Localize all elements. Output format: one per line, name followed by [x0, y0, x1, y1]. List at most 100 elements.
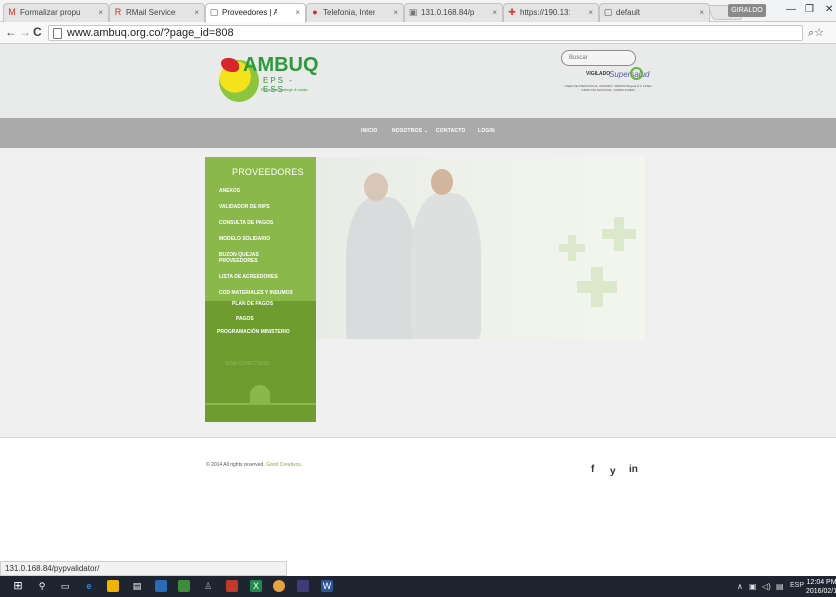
- submenu-item-plan-pagos[interactable]: PLAN DE PAGOS: [232, 301, 273, 307]
- profile-button[interactable]: GIRALDO: [728, 4, 766, 17]
- task-view-icon[interactable]: ▭: [59, 580, 71, 592]
- edge-icon[interactable]: e: [83, 580, 95, 592]
- tab-close-icon[interactable]: ×: [194, 4, 199, 21]
- banner-person-left: [346, 197, 416, 339]
- tab-label: https://190.131.223.2: [520, 8, 570, 17]
- network-icon[interactable]: ▣: [749, 582, 757, 591]
- windows-start-icon[interactable]: ⊞: [12, 580, 24, 592]
- sidebar-item-validador-rips[interactable]: VALIDADOR DE RIPS: [219, 204, 270, 210]
- browser-tab[interactable]: ● Telefonia, Internet y T ×: [306, 3, 404, 22]
- chrome-icon[interactable]: [273, 580, 285, 592]
- sidebar-arch-shape: [250, 385, 270, 405]
- app-icon[interactable]: [297, 580, 309, 592]
- tab-close-icon[interactable]: ×: [295, 4, 300, 21]
- app-icon[interactable]: [178, 580, 190, 592]
- page-icon: [53, 28, 62, 39]
- banner-cross-shape: [577, 281, 617, 293]
- restore-icon[interactable]: ❐: [805, 4, 814, 15]
- app-icon[interactable]: ♙: [202, 580, 214, 592]
- volume-icon[interactable]: ◁): [762, 582, 771, 591]
- telefonia-icon: ●: [312, 7, 318, 17]
- twitter-icon[interactable]: y: [610, 466, 616, 477]
- sidebar-faded-label: SIGA CONECTADO: [225, 361, 270, 367]
- facebook-icon[interactable]: f: [591, 464, 594, 475]
- banner-person-right: [411, 193, 481, 339]
- windows-taskbar: ⊞ ⚲ ▭ e ▤ ♙ X W ∧ ▣ ◁) ▤ ESP 12:04 PM 20…: [0, 576, 836, 597]
- url-input[interactable]: www.ambuq.org.co/?page_id=808: [48, 25, 803, 41]
- tray-chevron-icon[interactable]: ∧: [737, 582, 743, 591]
- logo-tagline: Porque te protege & cuida: [261, 87, 308, 92]
- system-clock[interactable]: 12:04 PM 2016/02/1: [806, 578, 836, 596]
- nav-login[interactable]: LOGIN: [478, 128, 495, 134]
- sidebar-item-modelo-solidario[interactable]: MODELO SOLIDARIO: [219, 236, 270, 242]
- address-bar: ← → C www.ambuq.org.co/?page_id=808 ⌕☆: [0, 22, 836, 44]
- logo-name: AMBUQ: [243, 54, 319, 76]
- excel-icon[interactable]: X: [250, 580, 262, 592]
- sidebar-item-anexos[interactable]: ANEXOS: [219, 188, 240, 194]
- browser-tab[interactable]: R RMail Services ×: [109, 3, 205, 22]
- app-icon[interactable]: [155, 580, 167, 592]
- banner-person-left-head: [364, 173, 388, 201]
- footer-copyright: © 2014 All rights reserved. Good Creativ…: [206, 462, 302, 468]
- page-icon: ▢: [603, 7, 613, 17]
- sidebar-item-programacion[interactable]: PROGRAMACIÓN MINISTERIO: [217, 329, 290, 335]
- sidebar-title: PROVEEDORES: [232, 167, 304, 177]
- linkedin-icon[interactable]: in: [629, 464, 638, 475]
- back-icon[interactable]: ←: [5, 25, 17, 39]
- rmail-icon: R: [114, 7, 122, 17]
- search-input[interactable]: Buscar: [561, 50, 636, 66]
- sidebar-item-cod-materiales[interactable]: COD MATERIALES Y INSUMOS: [219, 290, 293, 296]
- supersalud-logo-icon: [630, 67, 643, 80]
- browser-tab[interactable]: ▢Proveedores | Ambuq ×: [205, 3, 306, 23]
- sidebar-item-consulta-pagos[interactable]: CONSULTA DE PAGOS: [219, 220, 273, 226]
- browser-tab[interactable]: M Formalizar propuesta ×: [3, 3, 109, 22]
- file-explorer-icon[interactable]: [107, 580, 119, 592]
- cross-icon: ✚: [508, 7, 516, 17]
- status-url: 131.0.168.84/pypvalidator/: [0, 561, 287, 576]
- page-icon: ▢: [209, 7, 219, 17]
- nav-contacto[interactable]: CONTACTO: [436, 128, 465, 134]
- submenu-item-pagos[interactable]: PAGOS: [236, 316, 254, 322]
- search-icon[interactable]: ⚲: [36, 580, 48, 592]
- copyright-text: © 2014 All rights reserved.: [206, 462, 265, 468]
- tab-close-icon[interactable]: ×: [492, 4, 497, 21]
- tab-label: RMail Services: [126, 8, 176, 17]
- banner-person-right-head: [431, 169, 453, 195]
- server-icon: ▣: [408, 7, 418, 17]
- credit-link[interactable]: Good Creativos.: [266, 462, 302, 468]
- clock-date: 2016/02/1: [806, 588, 836, 595]
- forward-icon[interactable]: →: [19, 25, 31, 39]
- tab-close-icon[interactable]: ×: [98, 4, 103, 21]
- close-window-icon[interactable]: ✕: [825, 4, 833, 15]
- minimize-icon[interactable]: —: [786, 4, 796, 15]
- gmail-icon: M: [8, 7, 16, 17]
- store-icon[interactable]: ▤: [131, 580, 143, 592]
- url-text: www.ambuq.org.co/?page_id=808: [67, 27, 234, 39]
- content-divider: [0, 437, 836, 438]
- nav-inicio[interactable]: INICIO: [361, 128, 377, 134]
- browser-tab[interactable]: ▢ default ×: [599, 3, 710, 22]
- tab-close-icon[interactable]: ×: [588, 4, 593, 21]
- language-indicator[interactable]: ESP: [790, 582, 804, 589]
- sidebar-item-lista-acreedores[interactable]: LISTA DE ACREEDORES: [219, 274, 278, 280]
- app-icon[interactable]: [226, 580, 238, 592]
- browser-tab[interactable]: ✚ https://190.131.223.2 ×: [503, 3, 599, 22]
- tab-label: default: [616, 8, 641, 17]
- site-header: [0, 44, 836, 118]
- sidebar-item-buzon-quejas[interactable]: BUZON QUEJAS PROVEEDORES: [219, 252, 279, 264]
- browser-tab[interactable]: ▣131.0.168.84/pypvalic ×: [404, 3, 503, 22]
- clock-time: 12:04 PM: [806, 579, 836, 586]
- tab-close-icon[interactable]: ×: [699, 4, 704, 21]
- zoom-star-icons[interactable]: ⌕☆: [808, 26, 824, 40]
- banner-cross-shape: [559, 244, 585, 252]
- banner-cross-shape: [602, 229, 636, 239]
- notifications-icon[interactable]: ▤: [776, 582, 784, 591]
- nav-nosotros[interactable]: NOSOTROS ⌄: [392, 128, 428, 134]
- tab-label: 131.0.168.84/pypvalic: [421, 8, 474, 17]
- ambuq-logo[interactable]: AMBUQ EPS - ESS Porque te protege & cuid…: [219, 52, 319, 102]
- reload-icon[interactable]: C: [33, 25, 42, 39]
- word-icon[interactable]: W: [321, 580, 333, 592]
- tab-close-icon[interactable]: ×: [393, 4, 398, 21]
- hero-banner-image: [316, 157, 645, 339]
- tab-label: Telefonia, Internet y T: [323, 8, 375, 17]
